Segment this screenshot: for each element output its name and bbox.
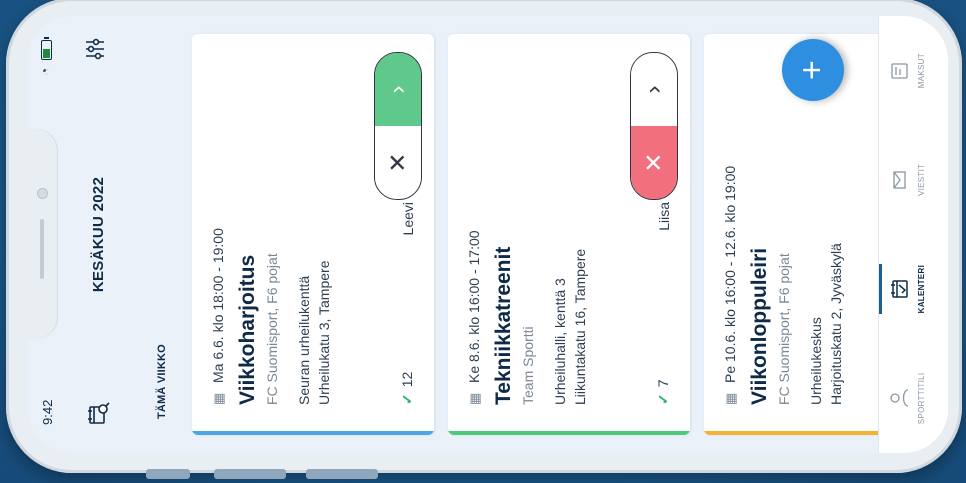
event-title: Tekniikkatreenit: [492, 246, 515, 405]
event-title: Viikkoharjoitus: [236, 254, 259, 405]
check-icon: ✓: [399, 393, 415, 405]
decline-button[interactable]: ✕: [631, 126, 677, 199]
event-date: ▦Pe 10.6. klo 16:00 - 12.6. klo 19:00: [722, 165, 738, 405]
event-card[interactable]: ▦Ma 6.6. klo 18:00 - 19:00 Viikkoharjoit…: [192, 34, 434, 435]
calendar-icon: [889, 235, 913, 344]
event-date: ▦Ma 6.6. klo 18:00 - 19:00: [210, 228, 226, 405]
calendar-icon: ▦: [723, 392, 738, 405]
tab-label: MAKSUT: [917, 53, 926, 89]
tab-label: KALENTERI: [917, 264, 926, 314]
calendar-icon: ▦: [467, 392, 482, 405]
camera: [37, 188, 48, 200]
event-address: Liikuntakatu 16, Tampere: [572, 248, 588, 405]
add-event-button[interactable]: +: [782, 39, 844, 101]
event-address: Urheilukatu 3, Tampere: [316, 260, 332, 405]
app-view: 9:42 ◔ KESÄKUU 2022 TÄMÄ VIIKKO ▦Ma 6.6.…: [28, 16, 948, 453]
color-stripe: [448, 431, 690, 435]
attendance-toggle[interactable]: ✕ ›: [630, 52, 678, 200]
profile-icon: [889, 344, 913, 453]
filter-sliders-icon[interactable]: [84, 38, 112, 60]
phone-button: [146, 469, 190, 479]
event-date: ▦Ke 8.6. klo 16:00 - 17:00: [466, 230, 482, 405]
tab-sporttitili[interactable]: SPORTTITILI: [879, 344, 948, 453]
status-time: 9:42: [40, 399, 55, 425]
speaker: [40, 219, 44, 280]
event-address: Harjoituskatu 2, Jyväskylä: [828, 243, 844, 405]
wifi-icon: ◔: [38, 68, 52, 76]
status-bar: 9:42 ◔: [28, 16, 72, 453]
phone-button: [214, 469, 286, 479]
event-team: Team Sportti: [520, 326, 536, 405]
event-location: Seuran urheilukenttä: [296, 275, 312, 405]
phone-screen: 9:42 ◔ KESÄKUU 2022 TÄMÄ VIIKKO ▦Ma 6.6.…: [28, 16, 948, 453]
notch: [28, 129, 58, 340]
payment-icon: [889, 16, 913, 125]
month-title[interactable]: KESÄKUU 2022: [90, 16, 107, 453]
attendee-count: ✓12: [399, 371, 415, 405]
event-title: Viikonloppuleiri: [748, 247, 771, 405]
tab-label: VIESTIT: [917, 163, 926, 197]
event-team: FC Suomisport, F6 pojat: [776, 253, 792, 405]
event-location: Urheiluhalli, kenttä 3: [552, 278, 568, 405]
section-label: TÄMÄ VIIKKO: [156, 344, 168, 419]
accept-button[interactable]: ›: [375, 53, 421, 126]
accept-button[interactable]: ›: [631, 53, 677, 126]
color-stripe: [192, 431, 434, 435]
attendance-toggle[interactable]: ✕ ›: [374, 52, 422, 200]
tab-label: SPORTTITILI: [917, 372, 926, 425]
tab-bar: SPORTTITILI KALENTERI VIESTIT MAKSUT: [878, 16, 948, 453]
calendar-icon: ▦: [211, 392, 226, 405]
decline-button[interactable]: ✕: [375, 126, 421, 199]
tab-viestit[interactable]: VIESTIT: [879, 125, 948, 234]
check-icon: ✓: [655, 393, 671, 405]
tab-maksut[interactable]: MAKSUT: [879, 16, 948, 125]
color-stripe: [704, 431, 904, 435]
participant-name: Leevi: [400, 202, 416, 236]
envelope-icon: [889, 125, 913, 234]
participant-name: Liisa: [656, 202, 672, 231]
event-card[interactable]: ▦Ke 8.6. klo 16:00 - 17:00 Tekniikkatree…: [448, 34, 690, 435]
app-header: KESÄKUU 2022: [72, 16, 128, 453]
attendee-count: ✓7: [655, 379, 671, 405]
phone-button: [306, 469, 378, 479]
tab-kalenteri[interactable]: KALENTERI: [879, 235, 948, 344]
event-team: FC Suomisport, F6 pojat: [264, 253, 280, 405]
event-location: Urheilukeskus: [808, 317, 824, 405]
plus-icon: +: [793, 60, 831, 80]
phone-frame: 9:42 ◔ KESÄKUU 2022 TÄMÄ VIIKKO ▦Ma 6.6.…: [6, 0, 962, 479]
battery-icon: [41, 40, 52, 60]
